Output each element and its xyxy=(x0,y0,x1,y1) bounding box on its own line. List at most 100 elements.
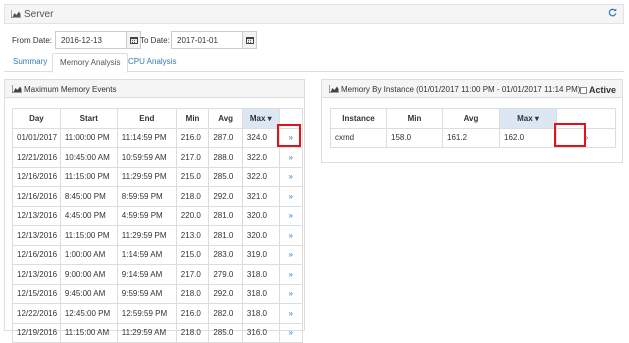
view-instances-button[interactable]: » xyxy=(278,283,304,304)
from-calendar-button[interactable] xyxy=(126,31,141,49)
col-end[interactable]: End xyxy=(116,108,177,129)
view-instances-button[interactable]: » xyxy=(278,322,304,343)
tab-summary[interactable]: Summary xyxy=(6,53,54,72)
to-date-input[interactable]: 2017-01-01 xyxy=(171,31,243,49)
cell-start: 9:00:00 AM xyxy=(59,264,118,285)
col-max[interactable]: Max ▾ xyxy=(499,108,557,129)
sort-desc-icon: ▾ xyxy=(267,113,272,123)
area-chart-icon xyxy=(10,10,21,19)
cell-max: 320.0 xyxy=(241,205,280,226)
cell-avg: 279.0 xyxy=(208,264,243,285)
cell-max: 318.0 xyxy=(241,264,280,285)
calendar-icon xyxy=(245,37,254,44)
col-min[interactable]: Min xyxy=(386,108,443,129)
table-row[interactable]: 12/16/2016 11:15:00 PM 11:29:59 PM 215.0 285… xyxy=(12,166,304,187)
cell-day: 12/13/2016 xyxy=(12,225,61,246)
cell-avg: 292.0 xyxy=(208,283,243,304)
view-instances-button[interactable]: » xyxy=(278,303,304,324)
col-max-label: Max xyxy=(517,113,533,123)
cell-end: 1:14:59 AM xyxy=(116,244,177,265)
to-calendar-button[interactable] xyxy=(242,31,257,49)
cell-avg: 285.0 xyxy=(208,322,243,343)
cell-max: 319.0 xyxy=(241,244,280,265)
cell-start: 1:00:00 AM xyxy=(59,244,118,265)
table-row[interactable]: 12/13/2016 11:15:00 PM 11:29:59 PM 213.0 281… xyxy=(12,225,304,246)
highlight-box-events xyxy=(277,124,301,147)
cell-avg: 283.0 xyxy=(208,244,243,265)
view-instances-button[interactable]: » xyxy=(278,244,304,265)
cell-end: 11:29:59 PM xyxy=(116,166,177,187)
page-title-wrap: Server xyxy=(10,9,54,20)
cell-max: 162.0 xyxy=(499,127,557,148)
cell-start: 8:45:00 PM xyxy=(59,186,118,207)
cell-day: 12/16/2016 xyxy=(12,244,61,265)
cell-max: 321.0 xyxy=(241,186,280,207)
cell-max: 322.0 xyxy=(241,147,280,168)
col-day[interactable]: Day xyxy=(12,108,61,129)
cell-start: 11:15:00 PM xyxy=(59,225,118,246)
cell-day: 12/19/2016 xyxy=(12,322,61,343)
cell-min: 213.0 xyxy=(175,225,210,246)
col-start[interactable]: Start xyxy=(59,108,118,129)
table-row[interactable]: 12/13/2016 9:00:00 AM 9:14:59 AM 217.0 279.0… xyxy=(12,264,304,285)
tab-cpu-analysis[interactable]: CPU Analysis xyxy=(121,53,183,72)
table-row[interactable]: 12/22/2016 12:45:00 PM 12:59:59 PM 216.0 282… xyxy=(12,303,304,324)
tab-memory-analysis[interactable]: Memory Analysis xyxy=(52,53,129,73)
table-row[interactable]: 12/21/2016 10:45:00 AM 10:59:59 AM 217.0 288… xyxy=(12,147,304,168)
col-max[interactable]: Max ▾ xyxy=(241,108,280,129)
active-checkbox[interactable]: Active xyxy=(579,85,616,95)
cell-day: 12/22/2016 xyxy=(12,303,61,324)
cell-avg: 287.0 xyxy=(208,127,243,148)
cell-avg: 292.0 xyxy=(208,186,243,207)
table-row[interactable]: 12/16/2016 1:00:00 AM 1:14:59 AM 215.0 283.0… xyxy=(12,244,304,265)
cell-avg: 281.0 xyxy=(208,205,243,226)
instance-panel-title: Memory By Instance (01/01/2017 11:00 PM … xyxy=(341,85,581,94)
cell-avg: 161.2 xyxy=(442,127,500,148)
cell-end: 11:29:59 PM xyxy=(116,225,177,246)
table-row[interactable]: 01/01/2017 11:00:00 PM 11:14:59 PM 216.0 287… xyxy=(12,127,304,148)
table-row[interactable]: 12/16/2016 8:45:00 PM 8:59:59 PM 218.0 292.0… xyxy=(12,186,304,207)
view-instances-button[interactable]: » xyxy=(278,166,304,187)
cell-max: 320.0 xyxy=(241,225,280,246)
cell-max: 318.0 xyxy=(241,283,280,304)
calendar-icon xyxy=(129,37,138,44)
view-instances-button[interactable]: » xyxy=(278,147,304,168)
cell-min: 215.0 xyxy=(175,166,210,187)
page-title: Server xyxy=(24,9,54,20)
cell-end: 9:59:59 AM xyxy=(116,283,177,304)
col-min[interactable]: Min xyxy=(175,108,210,129)
cell-min: 216.0 xyxy=(175,127,210,148)
view-instances-button[interactable]: » xyxy=(278,186,304,207)
view-instances-button[interactable]: » xyxy=(278,264,304,285)
area-chart-icon xyxy=(328,85,339,94)
cell-max: 318.0 xyxy=(241,303,280,324)
cell-start: 9:45:00 AM xyxy=(59,283,118,304)
cell-start: 4:45:00 PM xyxy=(59,205,118,226)
cell-max: 322.0 xyxy=(241,166,280,187)
cell-avg: 285.0 xyxy=(208,166,243,187)
table-row[interactable]: 12/19/2016 11:15:00 AM 11:29:59 AM 218.0 285… xyxy=(12,322,304,343)
col-avg[interactable]: Avg xyxy=(442,108,500,129)
col-avg[interactable]: Avg xyxy=(208,108,243,129)
active-label: Active xyxy=(588,85,616,95)
table-row[interactable]: 12/13/2016 4:45:00 PM 4:59:59 PM 220.0 281.0… xyxy=(12,205,304,226)
sort-desc-icon: ▾ xyxy=(534,113,539,123)
table-row[interactable]: 12/15/2016 9:45:00 AM 9:59:59 AM 218.0 292.0… xyxy=(12,283,304,304)
cell-start: 11:15:00 PM xyxy=(59,166,118,187)
cell-start: 11:00:00 PM xyxy=(59,127,118,148)
cell-end: 10:59:59 AM xyxy=(116,147,177,168)
refresh-icon[interactable] xyxy=(608,8,617,20)
cell-day: 12/13/2016 xyxy=(12,264,61,285)
page-header: Server xyxy=(4,4,624,24)
view-instances-button[interactable]: » xyxy=(278,205,304,226)
view-instances-button[interactable]: » xyxy=(278,225,304,246)
from-date-input[interactable]: 2016-12-13 xyxy=(55,31,127,49)
cell-min: 218.0 xyxy=(175,322,210,343)
col-instance[interactable]: Instance xyxy=(330,108,387,129)
cell-end: 9:14:59 AM xyxy=(116,264,177,285)
cell-instance: cxmd xyxy=(330,127,387,148)
cell-end: 11:14:59 PM xyxy=(116,127,177,148)
analysis-tabs: Summary Memory Analysis CPU Analysis xyxy=(4,53,624,73)
cell-avg: 282.0 xyxy=(208,303,243,324)
cell-end: 8:59:59 PM xyxy=(116,186,177,207)
